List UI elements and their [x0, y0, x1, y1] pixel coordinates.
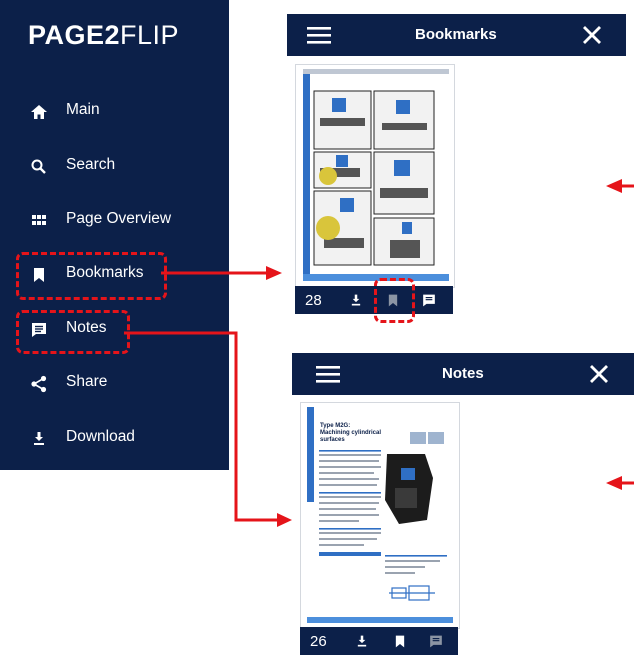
- annotation-arrows: [124, 179, 634, 527]
